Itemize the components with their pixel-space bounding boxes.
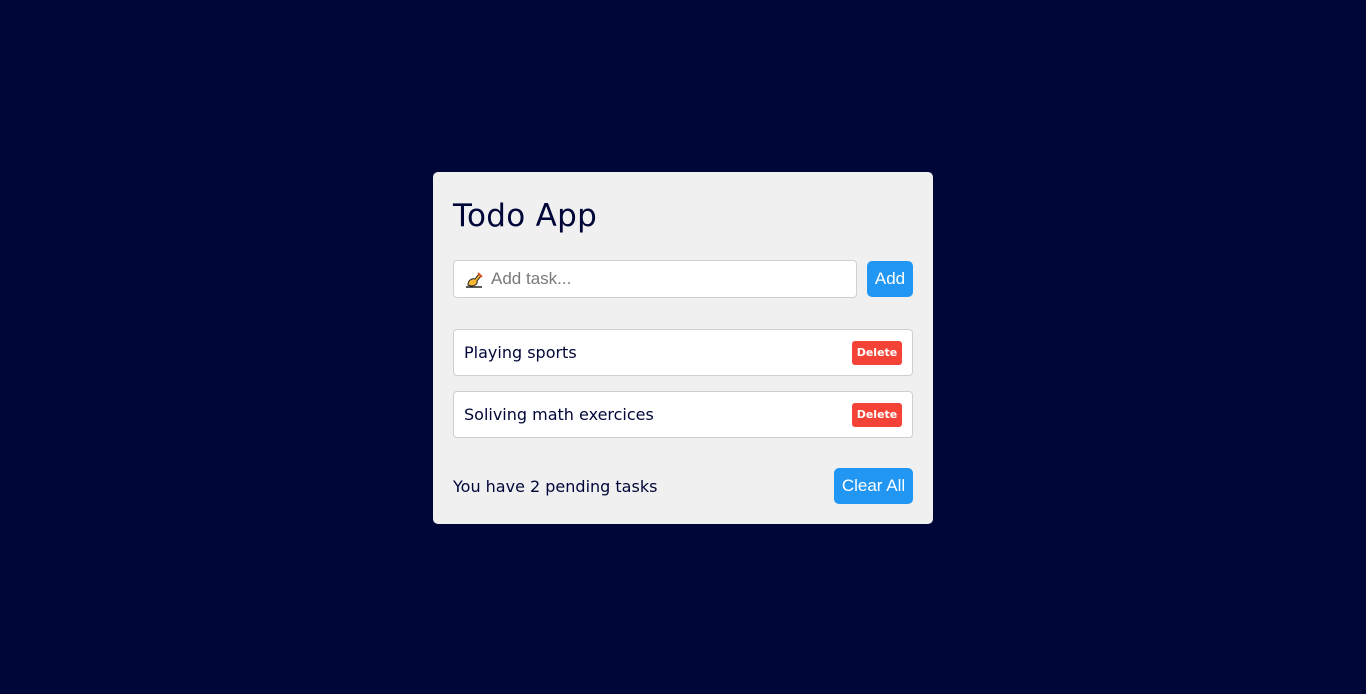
pending-count-text: You have 2 pending tasks	[453, 476, 658, 496]
clear-all-button[interactable]: Clear All	[834, 468, 913, 504]
task-item: Playing sports Delete	[453, 329, 913, 376]
task-text: Soliving math exercices	[464, 405, 654, 424]
delete-button[interactable]: Delete	[852, 340, 902, 365]
app-title: Todo App	[453, 198, 598, 234]
task-text: Playing sports	[464, 343, 577, 362]
task-input-wrapper[interactable]	[453, 260, 857, 298]
delete-button[interactable]: Delete	[852, 402, 902, 427]
task-item: Soliving math exercices Delete	[453, 391, 913, 438]
task-input[interactable]	[491, 264, 851, 294]
add-button[interactable]: Add	[867, 261, 913, 297]
writing-hand-icon	[463, 268, 485, 290]
todo-card: Todo App Add Playing sports Delete Soliv…	[433, 172, 933, 524]
footer: You have 2 pending tasks Clear All	[453, 468, 913, 504]
task-list: Playing sports Delete Soliving math exer…	[453, 329, 913, 453]
add-task-row: Add	[453, 260, 913, 298]
